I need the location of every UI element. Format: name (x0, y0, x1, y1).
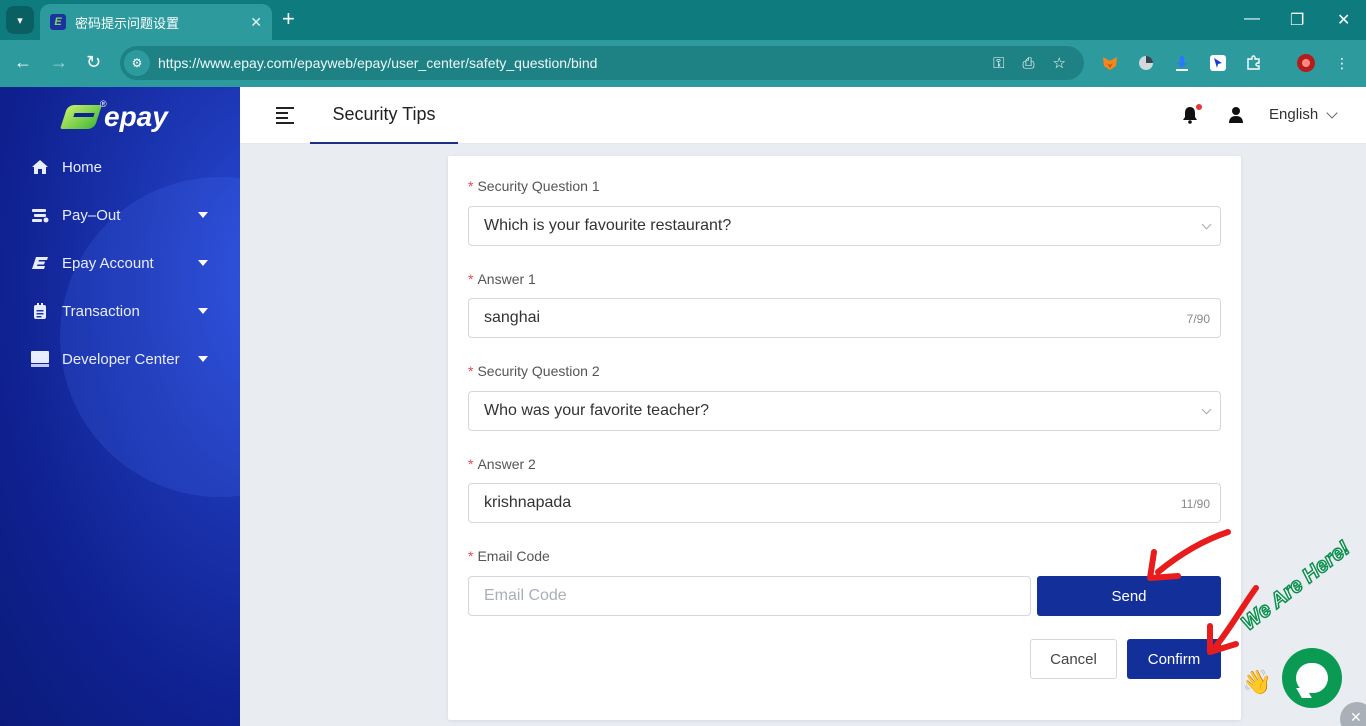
close-chat-widget-icon[interactable]: ✕ (1340, 702, 1366, 726)
browser-tab[interactable]: E 密码提示问题设置 ✕ (40, 4, 272, 40)
bookmark-star-icon[interactable]: ☆ (1053, 54, 1066, 72)
forward-arrow-icon[interactable]: → (50, 52, 68, 73)
tab-security-tips[interactable]: Security Tips (310, 87, 458, 144)
chevron-down-icon: ▾ (17, 14, 23, 27)
required-mark: * (468, 271, 474, 287)
answer-2-label: * Answer 2 (468, 456, 536, 472)
char-counter: 11/90 (1180, 497, 1210, 511)
sidebar-item-label: Epay Account (62, 254, 154, 272)
extensions-puzzle-icon[interactable] (1244, 53, 1264, 73)
sidebar-item-home[interactable]: Home (0, 143, 240, 191)
sidebar-item-label: Transaction (62, 302, 140, 320)
epay-favicon-icon: E (50, 14, 66, 30)
collapse-menu-icon[interactable] (276, 107, 294, 124)
caret-down-icon (198, 212, 208, 218)
extension-circle-icon[interactable] (1136, 53, 1156, 73)
sidebar-menu: Home Pay–Out Epay Account Transaction De… (0, 143, 240, 383)
tab-search-button[interactable]: ▾ (6, 6, 34, 34)
profile-avatar[interactable] (1296, 53, 1316, 73)
sidebar-item-epay-account[interactable]: Epay Account (0, 239, 240, 287)
input-placeholder: Email Code (484, 587, 567, 604)
sidebar: epay ® Home Pay–Out Epay Account Transac… (0, 87, 240, 726)
site-info-icon[interactable]: ⚙ (124, 50, 150, 76)
select-value: Which is your favourite restaurant? (484, 217, 732, 234)
caret-down-icon (198, 308, 208, 314)
chat-launcher-button[interactable] (1282, 648, 1342, 708)
epay-account-icon (30, 253, 50, 273)
char-counter: 7/90 (1186, 312, 1210, 326)
chevron-down-icon (1201, 404, 1212, 415)
question-1-label: * Security Question 1 (468, 178, 600, 194)
close-window-button[interactable]: ✕ (1337, 10, 1350, 30)
restore-button[interactable]: ❐ (1290, 10, 1304, 30)
home-icon (30, 157, 50, 177)
back-arrow-icon[interactable]: ← (14, 52, 32, 73)
chevron-down-icon (1326, 106, 1338, 119)
email-code-input[interactable]: Email Code (468, 576, 1031, 616)
sidebar-item-label: Developer Center (62, 350, 180, 368)
registered-mark: ® (100, 99, 107, 109)
transaction-icon (30, 301, 50, 321)
required-mark: * (468, 456, 474, 472)
sidebar-item-developer-center[interactable]: Developer Center (0, 335, 240, 383)
new-tab-button[interactable]: + (282, 8, 295, 30)
top-header: Security Tips English (240, 87, 1366, 144)
epay-logo[interactable]: epay ® (60, 99, 168, 133)
sidebar-item-label: Home (62, 158, 103, 176)
logo-text: epay (104, 101, 168, 132)
monitor-icon (30, 349, 50, 369)
input-value: sanghai (484, 309, 541, 326)
chat-bubble-icon (1296, 663, 1328, 693)
security-question-form: * Security Question 1 Which is your favou… (448, 156, 1241, 720)
language-label: English (1269, 106, 1319, 123)
browser-tab-strip: ▾ E 密码提示问题设置 ✕ + — ❐ ✕ (0, 0, 1366, 40)
install-app-icon[interactable]: ⎙ (1023, 55, 1035, 72)
red-arrow-send-annotation (1147, 529, 1231, 581)
browser-menu-icon[interactable]: ⋮ (1332, 53, 1352, 73)
cursor-extension-icon[interactable] (1208, 53, 1228, 73)
browser-toolbar: ← → ↻ ⚙ https://www.epay.com/epayweb/epa… (0, 40, 1366, 87)
answer-1-label: * Answer 1 (468, 271, 536, 287)
question-1-select[interactable]: Which is your favourite restaurant? (468, 206, 1221, 246)
key-icon[interactable]: ⚿ (993, 55, 1004, 72)
reload-icon[interactable]: ↻ (86, 52, 101, 73)
required-mark: * (468, 363, 474, 379)
caret-down-icon (198, 260, 208, 266)
download-icon[interactable] (1172, 53, 1192, 73)
cancel-button[interactable]: Cancel (1030, 639, 1117, 679)
user-icon[interactable] (1228, 106, 1246, 124)
notification-dot (1196, 104, 1202, 110)
sidebar-item-label: Pay–Out (62, 206, 121, 224)
address-bar[interactable]: ⚙ https://www.epay.com/epayweb/epay/user… (120, 46, 1084, 80)
chevron-down-icon (1201, 219, 1212, 230)
answer-1-input[interactable]: sanghai 7/90 (468, 298, 1221, 338)
epay-logo-mark-icon (60, 101, 102, 133)
url-text[interactable]: https://www.epay.com/epayweb/epay/user_c… (158, 55, 993, 71)
language-selector[interactable]: English (1269, 106, 1338, 123)
email-code-label: * Email Code (468, 548, 550, 564)
tab-close-icon[interactable]: ✕ (250, 14, 262, 31)
payout-icon (30, 205, 50, 225)
caret-down-icon (198, 356, 208, 362)
select-value: Who was your favorite teacher? (484, 402, 709, 419)
minimize-button[interactable]: — (1244, 10, 1260, 28)
tab-title: 密码提示问题设置 (75, 15, 180, 31)
question-2-label: * Security Question 2 (468, 363, 600, 379)
question-2-select[interactable]: Who was your favorite teacher? (468, 391, 1221, 431)
required-mark: * (468, 548, 474, 564)
sidebar-item-payout[interactable]: Pay–Out (0, 191, 240, 239)
answer-2-input[interactable]: krishnapada 11/90 (468, 483, 1221, 523)
waving-hand-icon: 👋 (1242, 669, 1272, 696)
metamask-extension-icon[interactable] (1100, 53, 1120, 73)
input-value: krishnapada (484, 494, 572, 511)
required-mark: * (468, 178, 474, 194)
sidebar-item-transaction[interactable]: Transaction (0, 287, 240, 335)
bell-icon[interactable] (1182, 104, 1202, 124)
